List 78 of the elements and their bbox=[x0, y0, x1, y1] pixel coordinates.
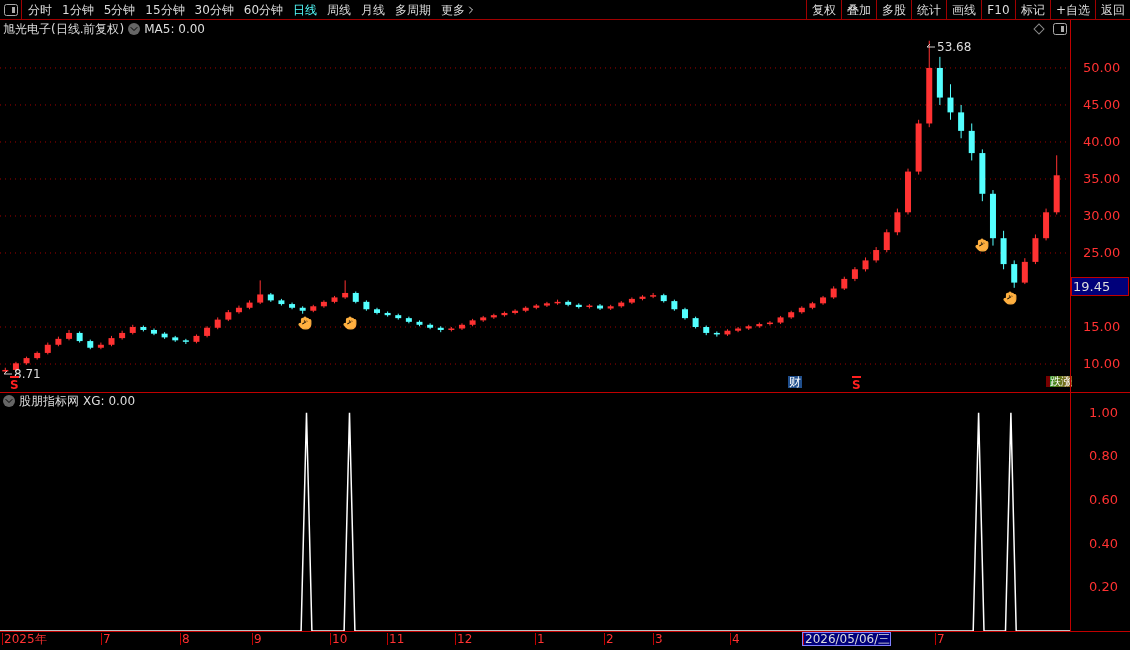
period-tab[interactable]: 分时 bbox=[28, 3, 52, 16]
date-axis-label: 9 bbox=[252, 633, 262, 645]
candlestick bbox=[968, 122, 975, 161]
date-axis-label: 3 bbox=[653, 633, 663, 645]
hand-icon bbox=[298, 316, 312, 330]
candlestick bbox=[650, 292, 657, 299]
indicator-value: : 0.00 bbox=[100, 393, 136, 410]
toolbar-button[interactable]: 多股 bbox=[875, 0, 911, 19]
hand-icon bbox=[1003, 291, 1017, 305]
candlestick bbox=[958, 104, 965, 139]
price-axis-label: 50.00 bbox=[1083, 60, 1121, 74]
candlestick bbox=[1011, 259, 1018, 289]
date-axis-label: 11 bbox=[387, 633, 405, 645]
candlestick bbox=[883, 228, 890, 253]
period-tab[interactable]: 日线 bbox=[293, 3, 318, 16]
toolbar-button[interactable]: 标记 bbox=[1014, 0, 1050, 19]
price-axis-label: 25.00 bbox=[1083, 246, 1121, 259]
toolbar-button[interactable]: +自选 bbox=[1049, 0, 1095, 19]
price-axis-label: 30.00 bbox=[1083, 209, 1121, 222]
candlestick bbox=[894, 208, 901, 236]
candlestick bbox=[1021, 257, 1028, 285]
indicator-axis-label: 0.60 bbox=[1089, 493, 1118, 506]
date-axis-label: 7 bbox=[101, 633, 111, 645]
panel-icon[interactable] bbox=[3, 3, 18, 16]
toolbar-button[interactable]: F10 bbox=[980, 0, 1015, 19]
dropdown-icon[interactable] bbox=[128, 23, 141, 35]
indicator-axis-label: 0.20 bbox=[1089, 580, 1118, 594]
indicator-title: 股朋指标网 bbox=[19, 393, 79, 410]
date-axis-label: 4 bbox=[730, 633, 740, 645]
date-axis-label: 12 bbox=[455, 633, 473, 645]
price-axis-label: 40.00 bbox=[1083, 134, 1121, 148]
candlestick bbox=[257, 279, 264, 305]
candlestick bbox=[427, 322, 434, 330]
period-tab[interactable]: 30分钟 bbox=[194, 3, 234, 16]
date-axis-label: 10 bbox=[330, 633, 348, 645]
toolbar-button[interactable]: 统计 bbox=[910, 0, 946, 19]
date-axis-label: 2 bbox=[604, 633, 614, 645]
finance-badge: 财 bbox=[788, 376, 802, 388]
candlestick bbox=[597, 303, 604, 311]
toolbar-button[interactable]: 复权 bbox=[805, 0, 841, 19]
date-axis-label: 2026/05/06/三 bbox=[803, 633, 891, 645]
indicator-axis-label: 1.00 bbox=[1089, 405, 1118, 419]
date-axis-label: 2025年 bbox=[2, 633, 47, 645]
date-axis-label: 7 bbox=[935, 633, 945, 645]
indicator-axis-label: 0.80 bbox=[1089, 449, 1118, 463]
candlestick bbox=[1032, 234, 1039, 265]
toolbar-button[interactable]: 叠加 bbox=[840, 0, 876, 19]
candlestick bbox=[947, 83, 954, 121]
hand-icon bbox=[343, 316, 357, 330]
price-axis-label: 45.00 bbox=[1083, 97, 1121, 111]
period-tab[interactable]: 更多 bbox=[441, 3, 478, 16]
hand-icon bbox=[975, 238, 989, 252]
date-axis-label: 8 bbox=[180, 633, 190, 645]
candlestick bbox=[182, 338, 189, 345]
high-price-label: 53.68 bbox=[937, 39, 972, 56]
date-axis-label: 1 bbox=[535, 633, 545, 645]
period-tab[interactable]: 周线 bbox=[327, 3, 352, 16]
toolbar-button[interactable]: 返回 bbox=[1095, 0, 1130, 19]
candlestick bbox=[512, 308, 519, 315]
indicator-value: MA5: 0.00 bbox=[144, 21, 205, 38]
arrow-icon bbox=[3, 370, 13, 378]
toolbar-button[interactable]: 画线 bbox=[945, 0, 981, 19]
period-tab[interactable]: 月线 bbox=[361, 3, 386, 16]
current-price-label: 19.45 bbox=[1071, 277, 1129, 296]
price-axis-label: 15.00 bbox=[1083, 320, 1121, 333]
price-axis-label: 10.00 bbox=[1083, 357, 1121, 370]
period-tab[interactable]: 60分钟 bbox=[243, 3, 284, 16]
price-axis-label: 35.00 bbox=[1083, 172, 1121, 185]
period-tab[interactable]: 1分钟 bbox=[62, 3, 94, 16]
panel-icon[interactable] bbox=[1053, 23, 1067, 35]
indicator-axis-label: 0.40 bbox=[1089, 536, 1118, 550]
period-tab[interactable]: 15分钟 bbox=[145, 3, 185, 16]
period-tab[interactable]: 多周期 bbox=[395, 3, 432, 16]
dropdown-icon[interactable] bbox=[3, 395, 15, 407]
arrow-icon bbox=[926, 43, 936, 51]
period-tab[interactable]: 5分钟 bbox=[103, 3, 136, 16]
series-name: XG bbox=[83, 393, 101, 410]
chart-title: 旭光电子(日线.前复权) bbox=[3, 21, 125, 38]
